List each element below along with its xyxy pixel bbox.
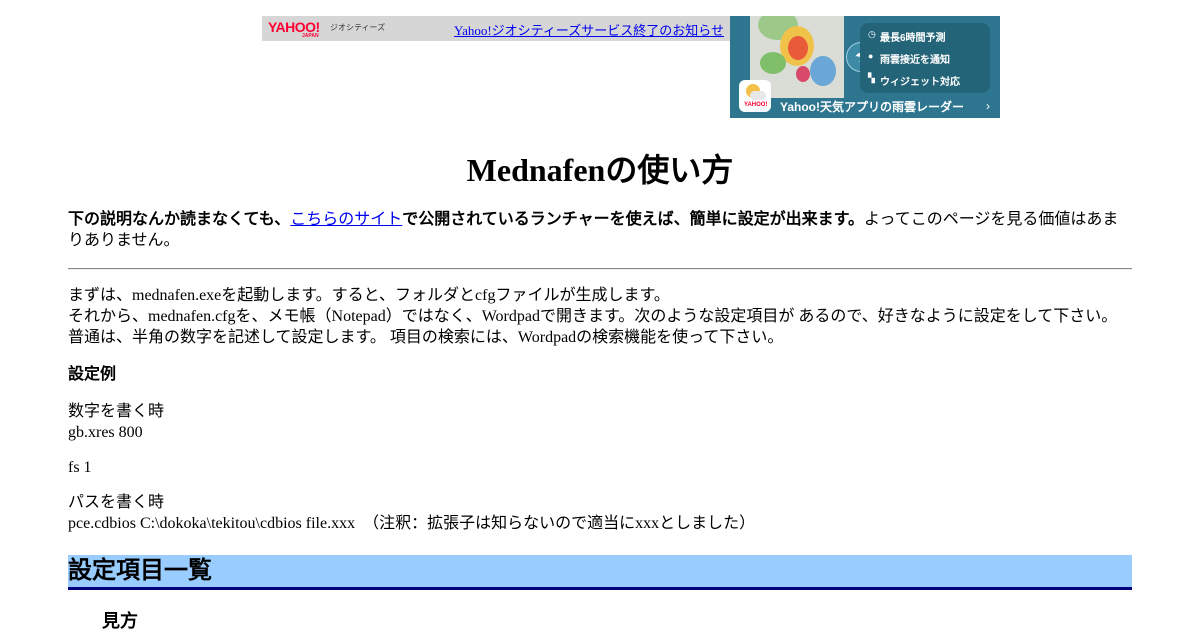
service-end-notice-link[interactable]: Yahoo!ジオシティーズサービス終了のお知らせ: [454, 20, 724, 39]
ad-feature-2: 雨雲接近を通知: [880, 55, 950, 66]
chevron-right-icon: ›: [986, 99, 990, 113]
yahoo-japan-logo[interactable]: YAHOO! JAPAN: [268, 20, 320, 39]
path-label: パスを書く時: [68, 494, 165, 511]
example-heading: 設定例: [68, 366, 117, 383]
intro-bold-before: 下の説明なんか読まなくても、: [68, 211, 291, 228]
number-example-block: 数字を書く時 gb.xres 800: [68, 401, 1132, 443]
intro-bold-after: で公開されているランチャーを使えば、簡単に設定が出来ます。: [402, 211, 865, 228]
path-example-block: パスを書く時 pce.cdbios C:\dokoka\tekitou\cdbio…: [68, 492, 1132, 534]
section-heading-settings-list: 設定項目一覧: [68, 555, 1132, 590]
instruction-line-1: まずは、mednafen.exeを起動します。すると、フォルダとcfgファイルが…: [68, 287, 670, 304]
weather-app-icon: YAHOO!: [739, 80, 771, 112]
number-label: 数字を書く時: [68, 403, 165, 420]
location-pin-icon: ●: [868, 51, 874, 61]
path-example: pce.cdbios C:\dokoka\tekitou\cdbios file…: [68, 515, 756, 532]
fs-example: fs 1: [68, 459, 92, 476]
sub-heading-how-to-read: 見方: [102, 611, 138, 631]
instruction-line-2: それから、mednafen.cfgを、メモ帳（Notepad）ではなく、Word…: [68, 308, 1118, 325]
launcher-site-link[interactable]: こちらのサイト: [290, 211, 402, 228]
ad-feature-3: ウィジェット対応: [880, 77, 960, 88]
geocities-brand: ジオシティーズ: [330, 23, 386, 32]
widget-icon: ▚: [868, 73, 875, 83]
page-title: Mednafenの使い方: [466, 152, 734, 188]
intro-paragraph: 下の説明なんか読まなくても、こちらのサイトで公開されているランチャーを使えば、簡…: [68, 209, 1132, 251]
ad-banner-text: Yahoo!天気アプリの雨雲レーダー: [780, 100, 965, 114]
weather-app-ad-banner[interactable]: ☂ ◷ 最長6時間予測 ● 雨雲接近を通知 ▚ ウィジェット対応 YAHOO! …: [730, 16, 1000, 118]
clock-icon: ◷: [868, 29, 876, 39]
number-example: gb.xres 800: [68, 424, 143, 441]
ad-feature-panel: ◷ 最長6時間予測 ● 雨雲接近を通知 ▚ ウィジェット対応: [860, 23, 990, 93]
geocities-header-bar: YAHOO! JAPAN ジオシティーズ Yahoo!ジオシティーズサービス終了…: [262, 16, 730, 41]
instruction-line-3: 普通は、半角の数字を記述して設定します。 項目の検索には、Wordpadの検索機…: [68, 329, 784, 346]
instructions-paragraph: まずは、mednafen.exeを起動します。すると、フォルダとcfgファイルが…: [68, 285, 1132, 348]
divider: [68, 268, 1132, 270]
ad-feature-1: 最長6時間予測: [880, 33, 946, 44]
app-icon-logo: YAHOO!: [744, 102, 768, 108]
